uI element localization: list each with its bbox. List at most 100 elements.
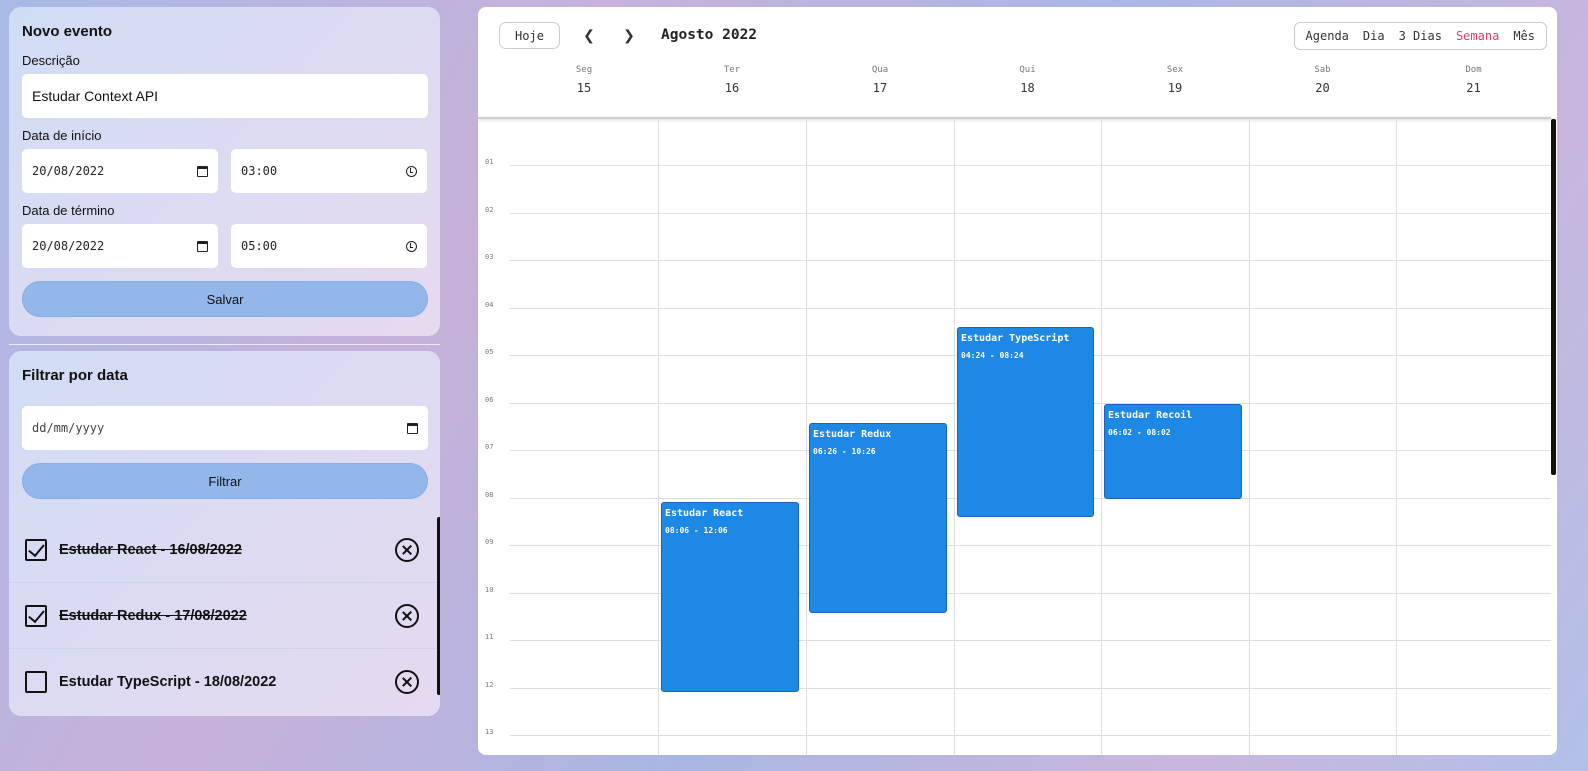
filter-panel: Filtrar por data dd/mm/yyyy Filtrar Estu… — [9, 351, 440, 716]
start-date-label: Data de início — [22, 128, 102, 143]
checkbox-unchecked-icon[interactable] — [25, 671, 47, 693]
clock-icon[interactable] — [406, 165, 417, 177]
view-month[interactable]: Mês — [1506, 29, 1542, 43]
hour-label: 06 — [485, 395, 494, 404]
view-week[interactable]: Semana — [1449, 29, 1506, 43]
day-column-line — [1249, 119, 1250, 755]
day-column-line — [1396, 119, 1397, 755]
day-name: Sex — [1166, 65, 1184, 75]
event-title: Estudar Recoil — [1108, 410, 1193, 422]
day-number: 18 — [1020, 81, 1035, 95]
description-label: Descrição — [22, 53, 80, 68]
day-number: 20 — [1315, 81, 1330, 95]
filter-title: Filtrar por data — [22, 367, 128, 384]
view-switcher: Agenda Dia 3 Dias Semana Mês — [1293, 22, 1547, 50]
filter-date-input[interactable]: dd/mm/yyyy — [22, 406, 428, 450]
hour-label: 10 — [485, 585, 494, 594]
today-button[interactable]: Hoje — [499, 22, 560, 49]
remove-circle-icon[interactable] — [395, 603, 419, 628]
hour-label: 02 — [485, 205, 494, 214]
day-column-line — [954, 119, 955, 755]
todo-text: Estudar React - 16/08/2022 — [59, 541, 242, 558]
end-date-input[interactable]: 20/08/2022 — [22, 224, 218, 268]
hour-label: 07 — [485, 443, 494, 451]
hour-line — [510, 165, 1551, 166]
start-date-input[interactable]: 20/08/2022 — [22, 149, 218, 193]
todo-text: Estudar TypeScript - 18/08/2022 — [59, 674, 277, 690]
day-column-line — [806, 119, 807, 755]
hour-label: 05 — [485, 348, 494, 356]
day-header-qua: Qua 17 — [806, 65, 954, 117]
event-time: 08:06 - 12:06 — [665, 526, 728, 536]
week-calendar: Hoje ❮ ❯ Agosto 2022 Agenda Dia 3 Dias S… — [478, 7, 1557, 755]
day-header-dom: Dom 21 — [1396, 65, 1551, 117]
start-time-value: 03:00 — [241, 164, 278, 178]
day-name: Ter — [723, 65, 741, 75]
calendar-event[interactable]: Estudar React 08:06 - 12:06 — [661, 502, 799, 693]
day-number: 15 — [576, 81, 592, 95]
day-name: Qua — [871, 65, 889, 75]
time-grid[interactable]: 01 02 03 04 05 06 07 08 09 10 11 12 13 Estudar React 0… — [478, 119, 1551, 755]
hour-line — [510, 260, 1551, 261]
hour-label: 09 — [485, 538, 494, 546]
hour-label: 01 — [485, 158, 494, 166]
filter-date-placeholder: dd/mm/yyyy — [32, 421, 105, 435]
remove-circle-icon[interactable] — [395, 537, 419, 562]
hour-label: 13 — [485, 728, 494, 736]
hour-label: 11 — [485, 633, 494, 641]
day-number: 16 — [724, 81, 740, 95]
chevron-right-icon[interactable]: ❯ — [620, 26, 638, 44]
calendar-icon[interactable] — [197, 240, 208, 252]
end-time-input[interactable]: 05:00 — [231, 224, 427, 268]
day-name: Qui — [1019, 65, 1036, 75]
checkbox-checked-icon[interactable] — [25, 604, 47, 627]
start-time-input[interactable]: 03:00 — [231, 149, 427, 193]
month-title: Agosto 2022 — [661, 27, 758, 43]
description-input[interactable]: Estudar Context API — [22, 74, 428, 118]
calendar-icon[interactable] — [407, 422, 418, 434]
event-title: Estudar TypeScript — [961, 332, 1070, 344]
hour-label: 08 — [485, 490, 494, 499]
calendar-toolbar: Hoje ❮ ❯ Agosto 2022 Agenda Dia 3 Dias S… — [478, 7, 1557, 65]
day-name: Seg — [575, 65, 593, 75]
checkbox-checked-icon[interactable] — [25, 538, 47, 561]
day-number: 21 — [1466, 81, 1481, 95]
day-number: 17 — [872, 81, 888, 95]
list-scrollbar[interactable] — [437, 517, 440, 695]
event-time: 06:26 - 10:26 — [813, 447, 876, 457]
hour-label: 04 — [485, 300, 494, 309]
list-item: Estudar TypeScript - 18/08/2022 — [9, 649, 437, 715]
event-time: 06:02 - 08:02 — [1108, 428, 1171, 438]
new-event-title: Novo evento — [22, 23, 113, 40]
event-title: Estudar Redux — [813, 429, 892, 441]
day-header-qui: Qui 18 — [954, 65, 1101, 117]
view-day[interactable]: Dia — [1356, 29, 1392, 43]
event-title: Estudar React — [665, 508, 744, 520]
hour-line — [510, 307, 1551, 309]
end-time-value: 05:00 — [241, 239, 278, 253]
list-item: Estudar React - 16/08/2022 — [9, 517, 437, 583]
remove-circle-icon[interactable] — [395, 670, 419, 694]
view-3-days[interactable]: 3 Dias — [1392, 29, 1449, 43]
clock-icon[interactable] — [406, 240, 417, 252]
calendar-event[interactable]: Estudar TypeScript 04:24 - 08:24 — [957, 326, 1094, 517]
list-item: Estudar Redux - 17/08/2022 — [9, 583, 437, 649]
calendar-scrollbar[interactable] — [1551, 119, 1556, 475]
chevron-left-icon[interactable]: ❮ — [580, 26, 598, 44]
filter-button[interactable]: Filtrar — [22, 463, 428, 499]
calendar-icon[interactable] — [197, 165, 208, 177]
calendar-event[interactable]: Estudar Recoil 06:02 - 08:02 — [1104, 404, 1242, 500]
day-number: 19 — [1167, 81, 1183, 95]
divider — [9, 344, 440, 345]
end-date-value: 20/08/2022 — [32, 239, 105, 253]
day-column-line — [658, 119, 659, 755]
view-agenda[interactable]: Agenda — [1299, 29, 1356, 43]
hour-line — [510, 735, 1551, 736]
event-time: 04:24 - 08:24 — [961, 350, 1024, 360]
hour-line — [510, 212, 1551, 214]
todo-list: Estudar React - 16/08/2022 Estudar Redux… — [9, 517, 437, 715]
save-button[interactable]: Salvar — [22, 281, 428, 317]
todo-text: Estudar Redux - 17/08/2022 — [59, 607, 247, 624]
day-column-line — [1101, 119, 1102, 755]
calendar-event[interactable]: Estudar Redux 06:26 - 10:26 — [809, 423, 947, 614]
